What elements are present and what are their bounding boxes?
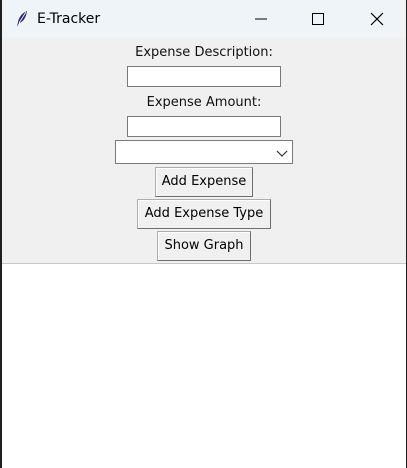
add-expense-type-button[interactable]: Add Expense Type [137, 199, 271, 229]
graph-area [2, 264, 406, 468]
expense-amount-input[interactable] [127, 116, 281, 137]
close-button[interactable] [348, 0, 406, 38]
expense-amount-label: Expense Amount: [146, 95, 262, 110]
window-title: E-Tracker [37, 11, 101, 27]
add-expense-button[interactable]: Add Expense [155, 167, 253, 197]
title-bar[interactable]: E-Tracker [2, 0, 406, 38]
show-graph-button[interactable]: Show Graph [157, 231, 251, 261]
expense-type-select[interactable] [115, 140, 293, 164]
maximize-button[interactable] [289, 0, 347, 38]
maximize-icon [312, 13, 324, 25]
form-panel: Expense Description: Expense Amount: Add… [2, 38, 406, 264]
app-window: E-Tracker Expense Description: Expense A… [2, 0, 406, 468]
expense-description-label: Expense Description: [135, 45, 273, 60]
feather-icon [13, 10, 31, 28]
expense-description-input[interactable] [127, 66, 281, 87]
minimize-icon [255, 18, 267, 20]
chevron-down-icon[interactable] [275, 146, 289, 160]
minimize-button[interactable] [232, 0, 290, 38]
close-icon [370, 12, 384, 26]
